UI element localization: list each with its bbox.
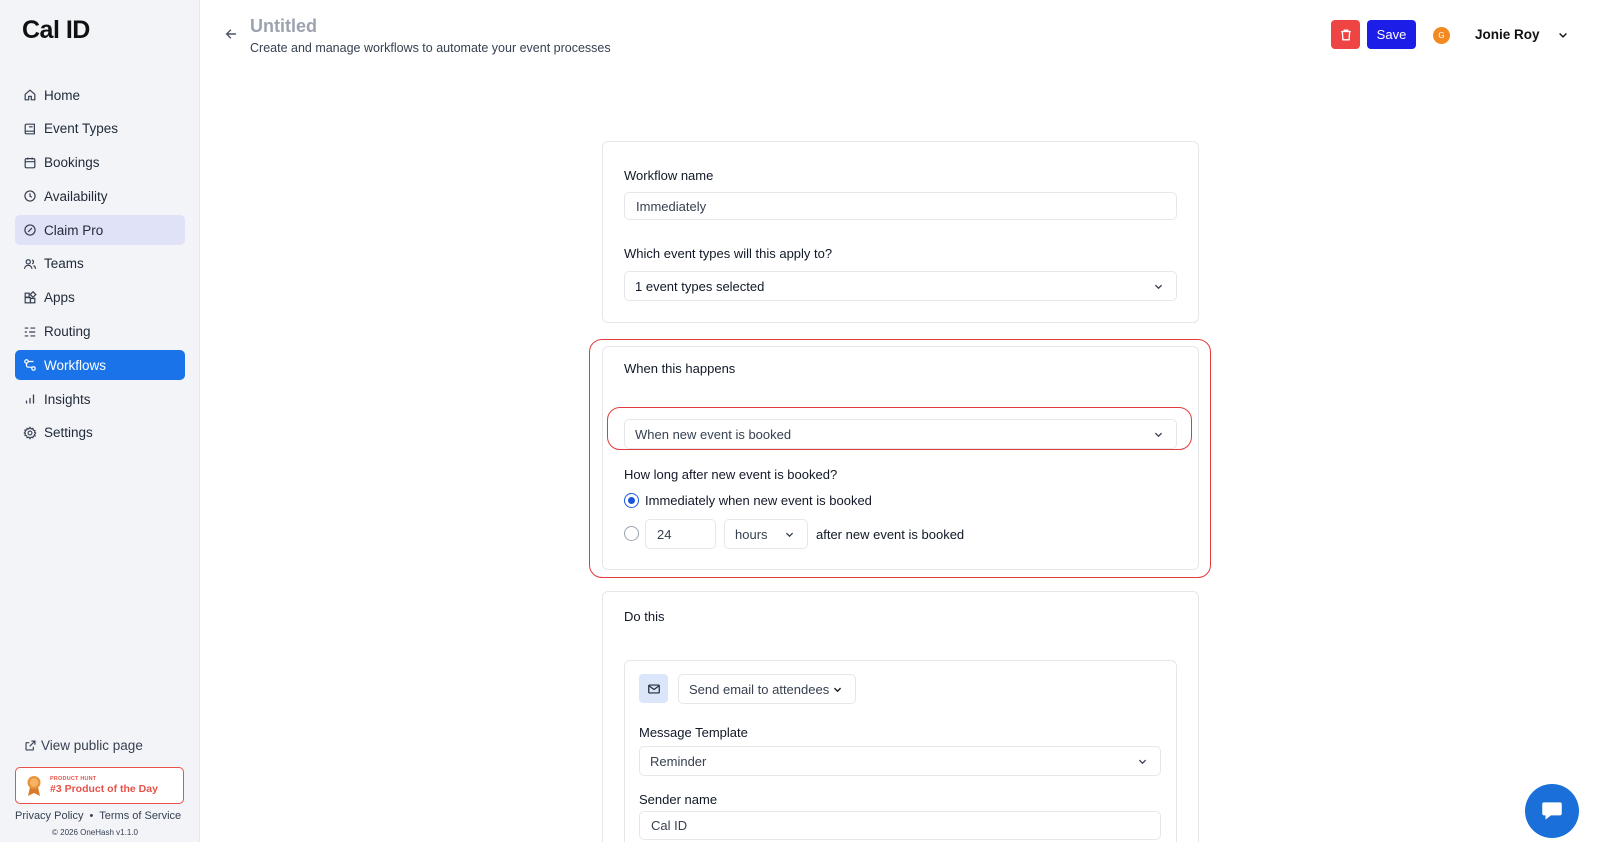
view-public-page-link[interactable]: View public page: [24, 738, 143, 753]
routing-icon: [23, 325, 37, 339]
mail-icon-box: [639, 674, 668, 703]
sidebar-item-label: Home: [44, 87, 81, 103]
sidebar-item-label: Bookings: [44, 155, 100, 171]
badge-small-text: PRODUCT HUNT: [50, 776, 97, 782]
calendar-icon: [23, 156, 37, 170]
footer-separator: •: [89, 810, 94, 822]
delay-unit-select[interactable]: hours: [724, 519, 808, 549]
chevron-down-icon: [785, 532, 794, 537]
product-hunt-badge[interactable]: PRODUCT HUNT #3 Product of the Day: [15, 767, 184, 804]
gear-icon: [23, 426, 37, 440]
chevron-down-icon: [1138, 759, 1147, 764]
workflow-icon: [23, 358, 37, 372]
trigger-value: When new event is booked: [635, 426, 792, 442]
terms-of-service-link[interactable]: Terms of Service: [99, 810, 181, 822]
sidebar-item-label: Claim Pro: [44, 222, 104, 238]
chat-support-button[interactable]: [1525, 784, 1579, 838]
back-arrow-icon[interactable]: [224, 27, 238, 41]
footer-links: Privacy Policy • Terms of Service: [15, 810, 181, 822]
sidebar-item-workflows[interactable]: Workflows: [15, 350, 185, 381]
page-subtitle: Create and manage workflows to automate …: [250, 41, 611, 55]
mail-icon: [647, 683, 660, 694]
chevron-down-icon[interactable]: [1557, 29, 1569, 41]
avatar[interactable]: G: [1433, 27, 1450, 44]
sidebar-item-claim-pro[interactable]: Claim Pro: [15, 215, 185, 246]
sender-name-input[interactable]: Cal ID: [639, 811, 1161, 840]
sidebar-item-insights[interactable]: Insights: [15, 384, 185, 414]
workflow-name-input[interactable]: Immediately: [624, 192, 1177, 220]
message-template-select[interactable]: Reminder: [639, 746, 1161, 776]
workflow-name-label: Workflow name: [624, 168, 714, 183]
message-template-value: Reminder: [650, 753, 707, 769]
chevron-down-icon: [833, 687, 842, 692]
immediate-option-label[interactable]: Immediately when new event is booked: [645, 493, 872, 508]
home-icon: [23, 88, 37, 102]
sidebar-nav: Home Event Types Bookings Availability C…: [15, 80, 185, 452]
chevron-down-icon: [1154, 432, 1163, 437]
clock-icon: [23, 189, 37, 203]
sidebar-item-bookings[interactable]: Bookings: [15, 148, 185, 178]
app-logo[interactable]: Cal ID: [22, 16, 90, 45]
sidebar-item-settings[interactable]: Settings: [15, 418, 185, 448]
sidebar-item-event-types[interactable]: Event Types: [15, 114, 185, 144]
event-types-label: Which event types will this apply to?: [624, 246, 833, 261]
delay-amount-input[interactable]: 24: [645, 519, 716, 549]
privacy-policy-link[interactable]: Privacy Policy: [15, 810, 83, 822]
user-name[interactable]: Jonie Roy: [1475, 27, 1540, 42]
save-button[interactable]: Save: [1367, 20, 1416, 49]
sidebar-item-label: Availability: [44, 188, 108, 204]
delay-unit-value: hours: [735, 526, 768, 542]
event-types-value: 1 event types selected: [635, 278, 765, 294]
delete-button[interactable]: [1331, 20, 1360, 49]
sidebar-item-label: Routing: [44, 324, 91, 340]
after-booked-text: after new event is booked: [816, 527, 965, 542]
page-title[interactable]: Untitled: [250, 16, 317, 37]
event-types-select[interactable]: 1 event types selected: [624, 271, 1177, 301]
users-icon: [23, 257, 37, 271]
copyright-text: © 2026 OneHash v1.1.0: [52, 828, 138, 837]
sender-name-label: Sender name: [639, 792, 718, 807]
sidebar-item-routing[interactable]: Routing: [15, 317, 185, 347]
badge-icon: [23, 223, 37, 237]
action-heading: Do this: [624, 609, 665, 624]
sidebar-item-label: Insights: [44, 391, 91, 407]
sidebar-item-label: Apps: [44, 290, 75, 306]
immediate-radio[interactable]: [624, 493, 639, 508]
action-value: Send email to attendees: [689, 681, 830, 697]
medal-icon: [26, 775, 42, 797]
badge-title: #3 Product of the Day: [50, 783, 158, 795]
trigger-heading: When this happens: [624, 361, 736, 376]
view-public-label: View public page: [41, 738, 143, 753]
chat-icon: [1542, 802, 1562, 820]
sidebar-item-label: Teams: [44, 256, 84, 272]
timing-label: How long after new event is booked?: [624, 467, 838, 482]
delayed-radio[interactable]: [624, 526, 639, 541]
event-types-icon: [23, 122, 37, 136]
sidebar: Cal ID Home Event Types Bookings Availab…: [0, 0, 200, 842]
chevron-down-icon: [1154, 284, 1163, 289]
trigger-select[interactable]: When new event is booked: [624, 419, 1177, 449]
action-select[interactable]: Send email to attendees: [678, 674, 856, 704]
sidebar-item-label: Workflows: [44, 357, 107, 373]
apps-icon: [23, 290, 37, 305]
sidebar-item-label: Event Types: [44, 121, 119, 137]
message-template-label: Message Template: [639, 725, 748, 740]
trash-icon: [1340, 29, 1351, 40]
chart-icon: [23, 392, 37, 406]
sidebar-item-teams[interactable]: Teams: [15, 249, 185, 279]
sidebar-item-availability[interactable]: Availability: [15, 181, 185, 211]
sidebar-item-apps[interactable]: Apps: [15, 283, 185, 313]
external-link-icon: [25, 740, 36, 751]
sidebar-item-home[interactable]: Home: [15, 80, 185, 110]
sidebar-item-label: Settings: [44, 425, 93, 441]
